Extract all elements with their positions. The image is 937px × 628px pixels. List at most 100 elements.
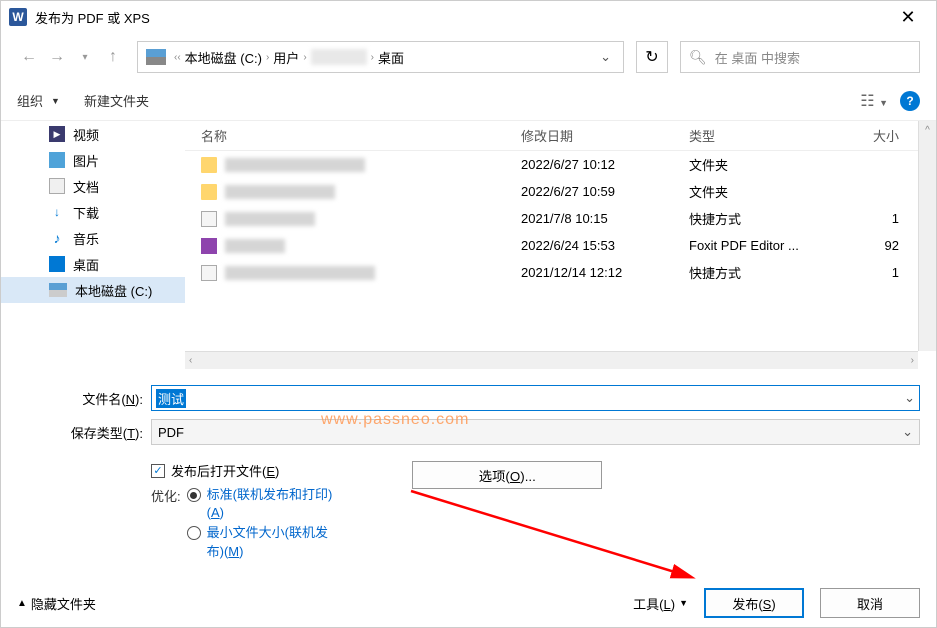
radio-minsize-label: 最小文件大小(联机发布)(M): [207, 524, 328, 560]
file-date: 2021/12/14 12:12: [521, 265, 689, 280]
breadcrumb-user[interactable]: 用户: [273, 48, 299, 67]
filetype-dropdown-icon[interactable]: ⌄: [902, 424, 913, 440]
options-button[interactable]: 选项(O)...: [412, 461, 602, 489]
open-after-checkbox[interactable]: ✓ 发布后打开文件(E): [151, 461, 332, 480]
lnk-icon: [201, 211, 217, 227]
up-icon[interactable]: ↑: [101, 45, 125, 69]
breadcrumb-desktop[interactable]: 桌面: [378, 48, 404, 67]
publish-button[interactable]: 发布(S): [704, 588, 804, 618]
file-row[interactable]: 2022/6/27 10:59 文件夹: [185, 178, 918, 205]
chevron-right-icon: ›: [371, 52, 374, 63]
search-placeholder: 在 桌面 中搜索: [715, 48, 800, 67]
refresh-icon[interactable]: ↻: [636, 41, 668, 73]
sidebar-item-pictures[interactable]: 图片: [1, 147, 185, 173]
sidebar-item-desktop[interactable]: 桌面: [1, 251, 185, 277]
lnk-icon: [201, 265, 217, 281]
hide-folders-button[interactable]: ▲ 隐藏文件夹: [17, 594, 96, 613]
filename-redacted: [225, 266, 375, 280]
new-folder-button[interactable]: 新建文件夹: [84, 91, 149, 110]
column-headers: 名称 修改日期 类型 大小: [185, 121, 918, 151]
breadcrumb[interactable]: ‹‹ 本地磁盘 (C:) › 用户 › › 桌面 ⌄: [137, 41, 624, 73]
file-row[interactable]: 2022/6/27 10:12 文件夹: [185, 151, 918, 178]
forward-icon[interactable]: →: [45, 45, 69, 69]
horizontal-scrollbar[interactable]: ‹ ›: [185, 351, 918, 369]
nav-bar: ← → ▾ ↑ ‹‹ 本地磁盘 (C:) › 用户 › › 桌面 ⌄ ↻ 🔍︎ …: [1, 33, 936, 81]
chevron-down-icon[interactable]: ▾: [73, 45, 97, 69]
sidebar-item-drive[interactable]: 本地磁盘 (C:): [1, 277, 185, 303]
search-input[interactable]: 🔍︎ 在 桌面 中搜索: [680, 41, 920, 73]
breadcrumb-redacted: [311, 49, 367, 65]
file-size: 92: [839, 238, 899, 253]
sidebar-item-downloads[interactable]: ↓下载: [1, 199, 185, 225]
word-app-icon: W: [9, 8, 27, 26]
filename-redacted: [225, 212, 315, 226]
open-after-label: 发布后打开文件(E): [171, 461, 279, 480]
filename-label: 文件名(N):: [51, 389, 151, 408]
chevron-right-icon: ›: [303, 52, 306, 63]
checkbox-icon: ✓: [151, 464, 165, 478]
save-form: 文件名(N): 测试 ⌄ 保存类型(T): PDF ⌄ ✓ 发布后打开文件(E)…: [1, 369, 936, 563]
filetype-value: PDF: [158, 425, 184, 440]
filename-dropdown-icon[interactable]: ⌄: [904, 390, 915, 406]
file-type: 快捷方式: [689, 209, 839, 228]
organize-button[interactable]: 组织▼: [17, 91, 60, 110]
foxit-icon: [201, 238, 217, 254]
sidebar-item-video[interactable]: ▶视频: [1, 121, 185, 147]
folder-icon: [201, 184, 217, 200]
file-list: 名称 修改日期 类型 大小 2022/6/27 10:12 文件夹 2022/6…: [185, 121, 918, 351]
filename-redacted: [225, 185, 335, 199]
scroll-right-icon[interactable]: ›: [911, 355, 914, 366]
pictures-icon: [49, 152, 65, 168]
filename-input[interactable]: 测试 ⌄: [151, 385, 920, 411]
close-icon[interactable]: ✕: [888, 7, 928, 28]
file-row[interactable]: 2021/12/14 12:12 快捷方式 1: [185, 259, 918, 286]
file-date: 2021/7/8 10:15: [521, 211, 689, 226]
sidebar: ▶视频 图片 文档 ↓下载 ♪音乐 桌面 本地磁盘 (C:): [1, 121, 185, 351]
file-type: 文件夹: [689, 182, 839, 201]
scroll-left-icon[interactable]: ‹: [189, 355, 192, 366]
file-type: Foxit PDF Editor ...: [689, 238, 839, 253]
tools-dropdown[interactable]: 工具(L)▼: [633, 594, 688, 613]
filetype-select[interactable]: PDF ⌄: [151, 419, 920, 445]
dialog-title: 发布为 PDF 或 XPS: [35, 8, 888, 27]
bottom-bar: ▲ 隐藏文件夹 工具(L)▼ 发布(S) 取消: [1, 579, 936, 627]
file-date: 2022/6/27 10:12: [521, 157, 689, 172]
col-name[interactable]: 名称: [201, 126, 521, 145]
desktop-icon: [49, 256, 65, 272]
documents-icon: [49, 178, 65, 194]
radio-standard-label: 标准(联机发布和打印)(A): [207, 486, 333, 522]
radio-icon: [187, 488, 201, 502]
file-row[interactable]: 2021/7/8 10:15 快捷方式 1: [185, 205, 918, 232]
file-type: 文件夹: [689, 155, 839, 174]
view-mode-icon[interactable]: ☷ ▼: [860, 91, 888, 111]
chevron-left-icon: ‹‹: [174, 52, 181, 63]
help-icon[interactable]: ?: [900, 91, 920, 111]
radio-minsize[interactable]: 最小文件大小(联机发布)(M): [187, 524, 333, 560]
file-size: 1: [839, 265, 899, 280]
cancel-button[interactable]: 取消: [820, 588, 920, 618]
filename-redacted: [225, 239, 285, 253]
video-icon: ▶: [49, 126, 65, 142]
title-bar: W 发布为 PDF 或 XPS ✕: [1, 1, 936, 33]
file-date: 2022/6/24 15:53: [521, 238, 689, 253]
file-type: 快捷方式: [689, 263, 839, 282]
sidebar-item-documents[interactable]: 文档: [1, 173, 185, 199]
col-type[interactable]: 类型: [689, 126, 839, 145]
sidebar-item-music[interactable]: ♪音乐: [1, 225, 185, 251]
optimize-label: 优化:: [151, 486, 181, 505]
filename-redacted: [225, 158, 365, 172]
chevron-right-icon: ›: [266, 52, 269, 63]
breadcrumb-dropdown-icon[interactable]: ⌄: [592, 49, 619, 65]
col-date[interactable]: 修改日期: [521, 126, 689, 145]
file-date: 2022/6/27 10:59: [521, 184, 689, 199]
chevron-up-icon: ▲: [17, 598, 27, 609]
filetype-label: 保存类型(T):: [51, 423, 151, 442]
search-icon: 🔍︎: [689, 49, 707, 66]
vertical-scrollbar[interactable]: ^: [918, 121, 936, 351]
drive-icon: [146, 49, 166, 65]
back-icon[interactable]: ←: [17, 45, 41, 69]
radio-standard[interactable]: 标准(联机发布和打印)(A): [187, 486, 333, 522]
file-row[interactable]: 2022/6/24 15:53 Foxit PDF Editor ... 92: [185, 232, 918, 259]
col-size[interactable]: 大小: [839, 126, 899, 145]
breadcrumb-drive[interactable]: 本地磁盘 (C:): [185, 48, 262, 67]
